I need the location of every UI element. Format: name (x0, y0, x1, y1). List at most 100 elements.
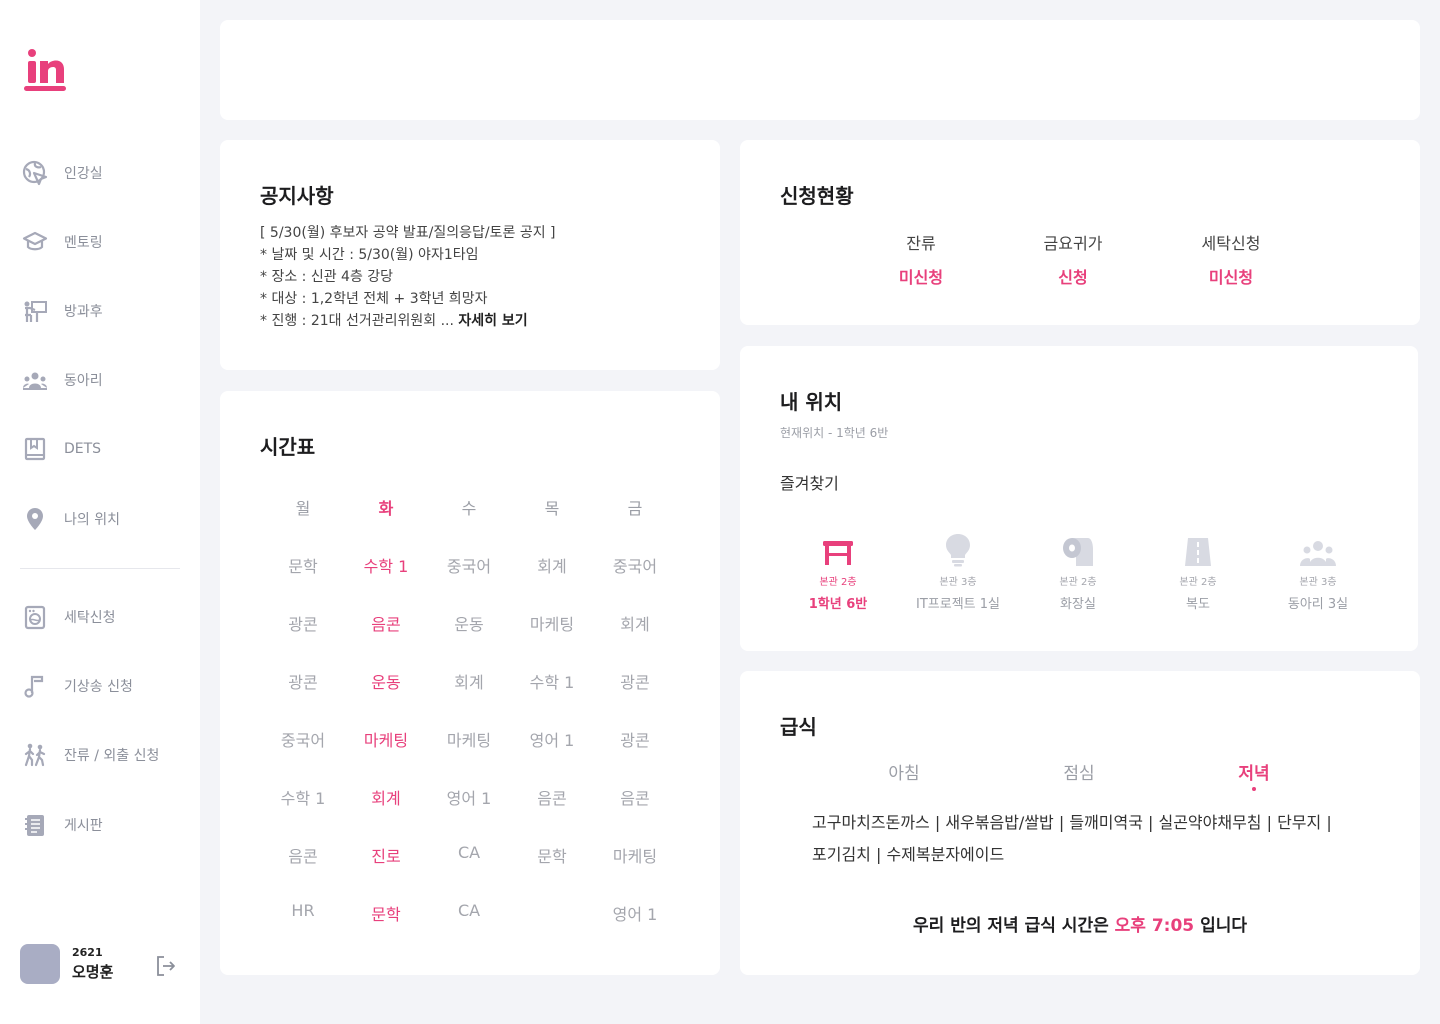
notice-line-last: * 진행 : 21대 선거관리위원회 ... 자세히 보기 (260, 310, 556, 332)
logout-icon[interactable] (154, 954, 178, 978)
book-icon (20, 434, 50, 464)
favorites-title: 즐겨찾기 (780, 474, 839, 493)
meal-tab-breakfast[interactable]: 아침 (854, 759, 954, 784)
meal-tab-dinner[interactable]: 저녁 (1204, 759, 1304, 784)
sidebar-item-label: 인강실 (64, 166, 103, 182)
my-location-title: 내 위치 (780, 390, 843, 414)
favorite-location-item[interactable]: 본관 3층 동아리 3실 (1263, 529, 1373, 612)
timetable-cell: 수학 1 (529, 673, 575, 692)
application-status-badge: 미신청 (898, 268, 944, 287)
sidebar-item-label: 게시판 (64, 818, 103, 834)
favorite-floor: 본관 2층 (1059, 577, 1097, 588)
sidebar-item-club[interactable]: 동아리 (20, 365, 103, 395)
user-profile: 2621 오명훈 (20, 944, 180, 984)
favorite-room: 화장실 (1060, 597, 1096, 612)
user-name: 오명훈 (72, 963, 114, 981)
favorite-floor: 본관 3층 (1299, 577, 1337, 588)
application-status-card: 신청현황 잔류 미신청 금요귀가 신청 세탁신청 미신청 (740, 140, 1420, 325)
notice-card: 공지사항 [ 5/30(월) 후보자 공약 발표/질의응답/토론 공지 ] * … (220, 140, 720, 370)
graduation-cap-icon (20, 227, 50, 257)
sidebar-item-label: DETS (64, 441, 102, 457)
sidebar-item-label: 기상송 신청 (64, 679, 133, 695)
timetable-cell: 영어 1 (529, 731, 575, 750)
walking-people-icon (20, 740, 50, 770)
meal-card: 급식 아침 점심 저녁 고구마치즈돈까스 | 새우볶음밥/쌀밥 | 들깨미역국 … (740, 671, 1420, 975)
timetable-cell: 영어 1 (612, 905, 658, 924)
timetable-cell: 중국어 (612, 557, 658, 576)
favorite-floor: 본관 2층 (819, 577, 857, 588)
sidebar-item-laundry[interactable]: 세탁신청 (20, 602, 116, 632)
timetable-cell: HR (291, 901, 315, 920)
meal-tab-lunch[interactable]: 점심 (1029, 759, 1129, 784)
favorite-location-item[interactable]: 본관 2층 화장실 (1023, 529, 1133, 612)
application-friday-home[interactable]: 금요귀가 신청 (1013, 230, 1133, 288)
favorite-location-item[interactable]: 본관 2층 복도 (1143, 529, 1253, 612)
timetable-cell: 음콘 (537, 789, 567, 808)
timetable-cell: 광콘 (288, 615, 318, 634)
sidebar-item-label: 방과후 (64, 304, 103, 320)
sidebar-item-label: 멘토링 (64, 235, 103, 251)
application-label: 세탁신청 (1201, 234, 1261, 253)
sidebar-item-label: 나의 위치 (64, 512, 120, 528)
current-location-text: 현재위치 - 1학년 6반 (780, 426, 889, 440)
notebook-icon (20, 810, 50, 840)
timetable-day-header: 월 (295, 499, 311, 518)
timetable-cell: 영어 1 (446, 789, 492, 808)
timetable-cell: 진로 (371, 847, 401, 866)
group-icon (20, 365, 50, 395)
favorite-floor: 본관 3층 (939, 577, 977, 588)
notice-line: * 대상 : 1,2학년 전체 + 3학년 희망자 (260, 291, 488, 307)
meal-menu-line: 포기김치 | 수제복분자에이드 (812, 845, 1005, 864)
timetable-day-header: 화 (378, 499, 394, 518)
timetable-cell: 회계 (620, 615, 650, 634)
favorite-room: 동아리 3실 (1287, 597, 1349, 612)
notice-line: * 진행 : 21대 선거관리위원회 ... (260, 313, 454, 329)
sidebar-item-after-school[interactable]: 방과후 (20, 296, 103, 326)
application-laundry[interactable]: 세탁신청 미신청 (1171, 230, 1291, 288)
sidebar-item-dets[interactable]: DETS (20, 434, 101, 464)
application-label: 금요귀가 (1043, 234, 1103, 253)
timetable-cell: 광콘 (620, 673, 650, 692)
sidebar-item-stay-outing[interactable]: 잔류 / 외출 신청 (20, 740, 159, 770)
timetable-cell: 광콘 (620, 731, 650, 750)
favorite-room: 복도 (1186, 597, 1210, 612)
avatar[interactable] (20, 944, 60, 984)
timetable-cell: 문학 (288, 557, 318, 576)
application-status-badge: 신청 (1058, 268, 1088, 287)
music-note-icon (20, 671, 50, 701)
meal-time-suffix: 입니다 (1200, 916, 1247, 936)
meal-time-value: 오후 7:05 (1114, 916, 1195, 936)
timetable-cell: 운동 (454, 615, 484, 634)
timetable-cell: 회계 (371, 789, 401, 808)
hallway-icon (1143, 529, 1253, 567)
sidebar-item-my-location[interactable]: 나의 위치 (20, 504, 120, 534)
sidebar-item-mentoring[interactable]: 멘토링 (20, 227, 103, 257)
meal-title: 급식 (780, 715, 817, 739)
washing-machine-icon (20, 602, 50, 632)
application-stay[interactable]: 잔류 미신청 (861, 230, 981, 288)
classroom-icon (20, 296, 50, 326)
timetable-cell: 회계 (537, 557, 567, 576)
sidebar-item-wakeup-song[interactable]: 기상송 신청 (20, 671, 133, 701)
timetable-day-header: 목 (544, 499, 560, 518)
sidebar-item-label: 잔류 / 외출 신청 (64, 748, 160, 764)
timetable-title: 시간표 (260, 435, 316, 459)
logo-icon[interactable] (24, 48, 66, 92)
application-label: 잔류 (906, 234, 936, 253)
timetable-cell: 회계 (454, 673, 484, 692)
timetable-cell: 음콘 (288, 847, 318, 866)
favorite-location-item[interactable]: 본관 3층 IT프로젝트 1실 (903, 529, 1013, 612)
sidebar-item-lecture-room[interactable]: 인강실 (20, 158, 103, 188)
notice-line: * 날짜 및 시간 : 5/30(월) 야자1타임 (260, 247, 479, 263)
favorite-floor: 본관 2층 (1179, 577, 1217, 588)
notice-line: [ 5/30(월) 후보자 공약 발표/질의응답/토론 공지 ] (260, 225, 556, 241)
timetable-cell: 수학 1 (363, 557, 409, 576)
application-status-title: 신청현황 (780, 184, 854, 208)
favorite-room: IT프로젝트 1실 (916, 597, 1000, 612)
notice-more-link[interactable]: 자세히 보기 (458, 313, 527, 329)
sidebar-item-label: 세탁신청 (64, 610, 116, 626)
sidebar-item-board[interactable]: 게시판 (20, 810, 103, 840)
timetable-cell: 중국어 (446, 557, 492, 576)
favorite-location-item[interactable]: 본관 2층 1학년 6반 (783, 529, 893, 612)
meal-menu-line: 고구마치즈돈까스 | 새우볶음밥/쌀밥 | 들깨미역국 | 실곤약야채무침 | … (812, 813, 1332, 832)
